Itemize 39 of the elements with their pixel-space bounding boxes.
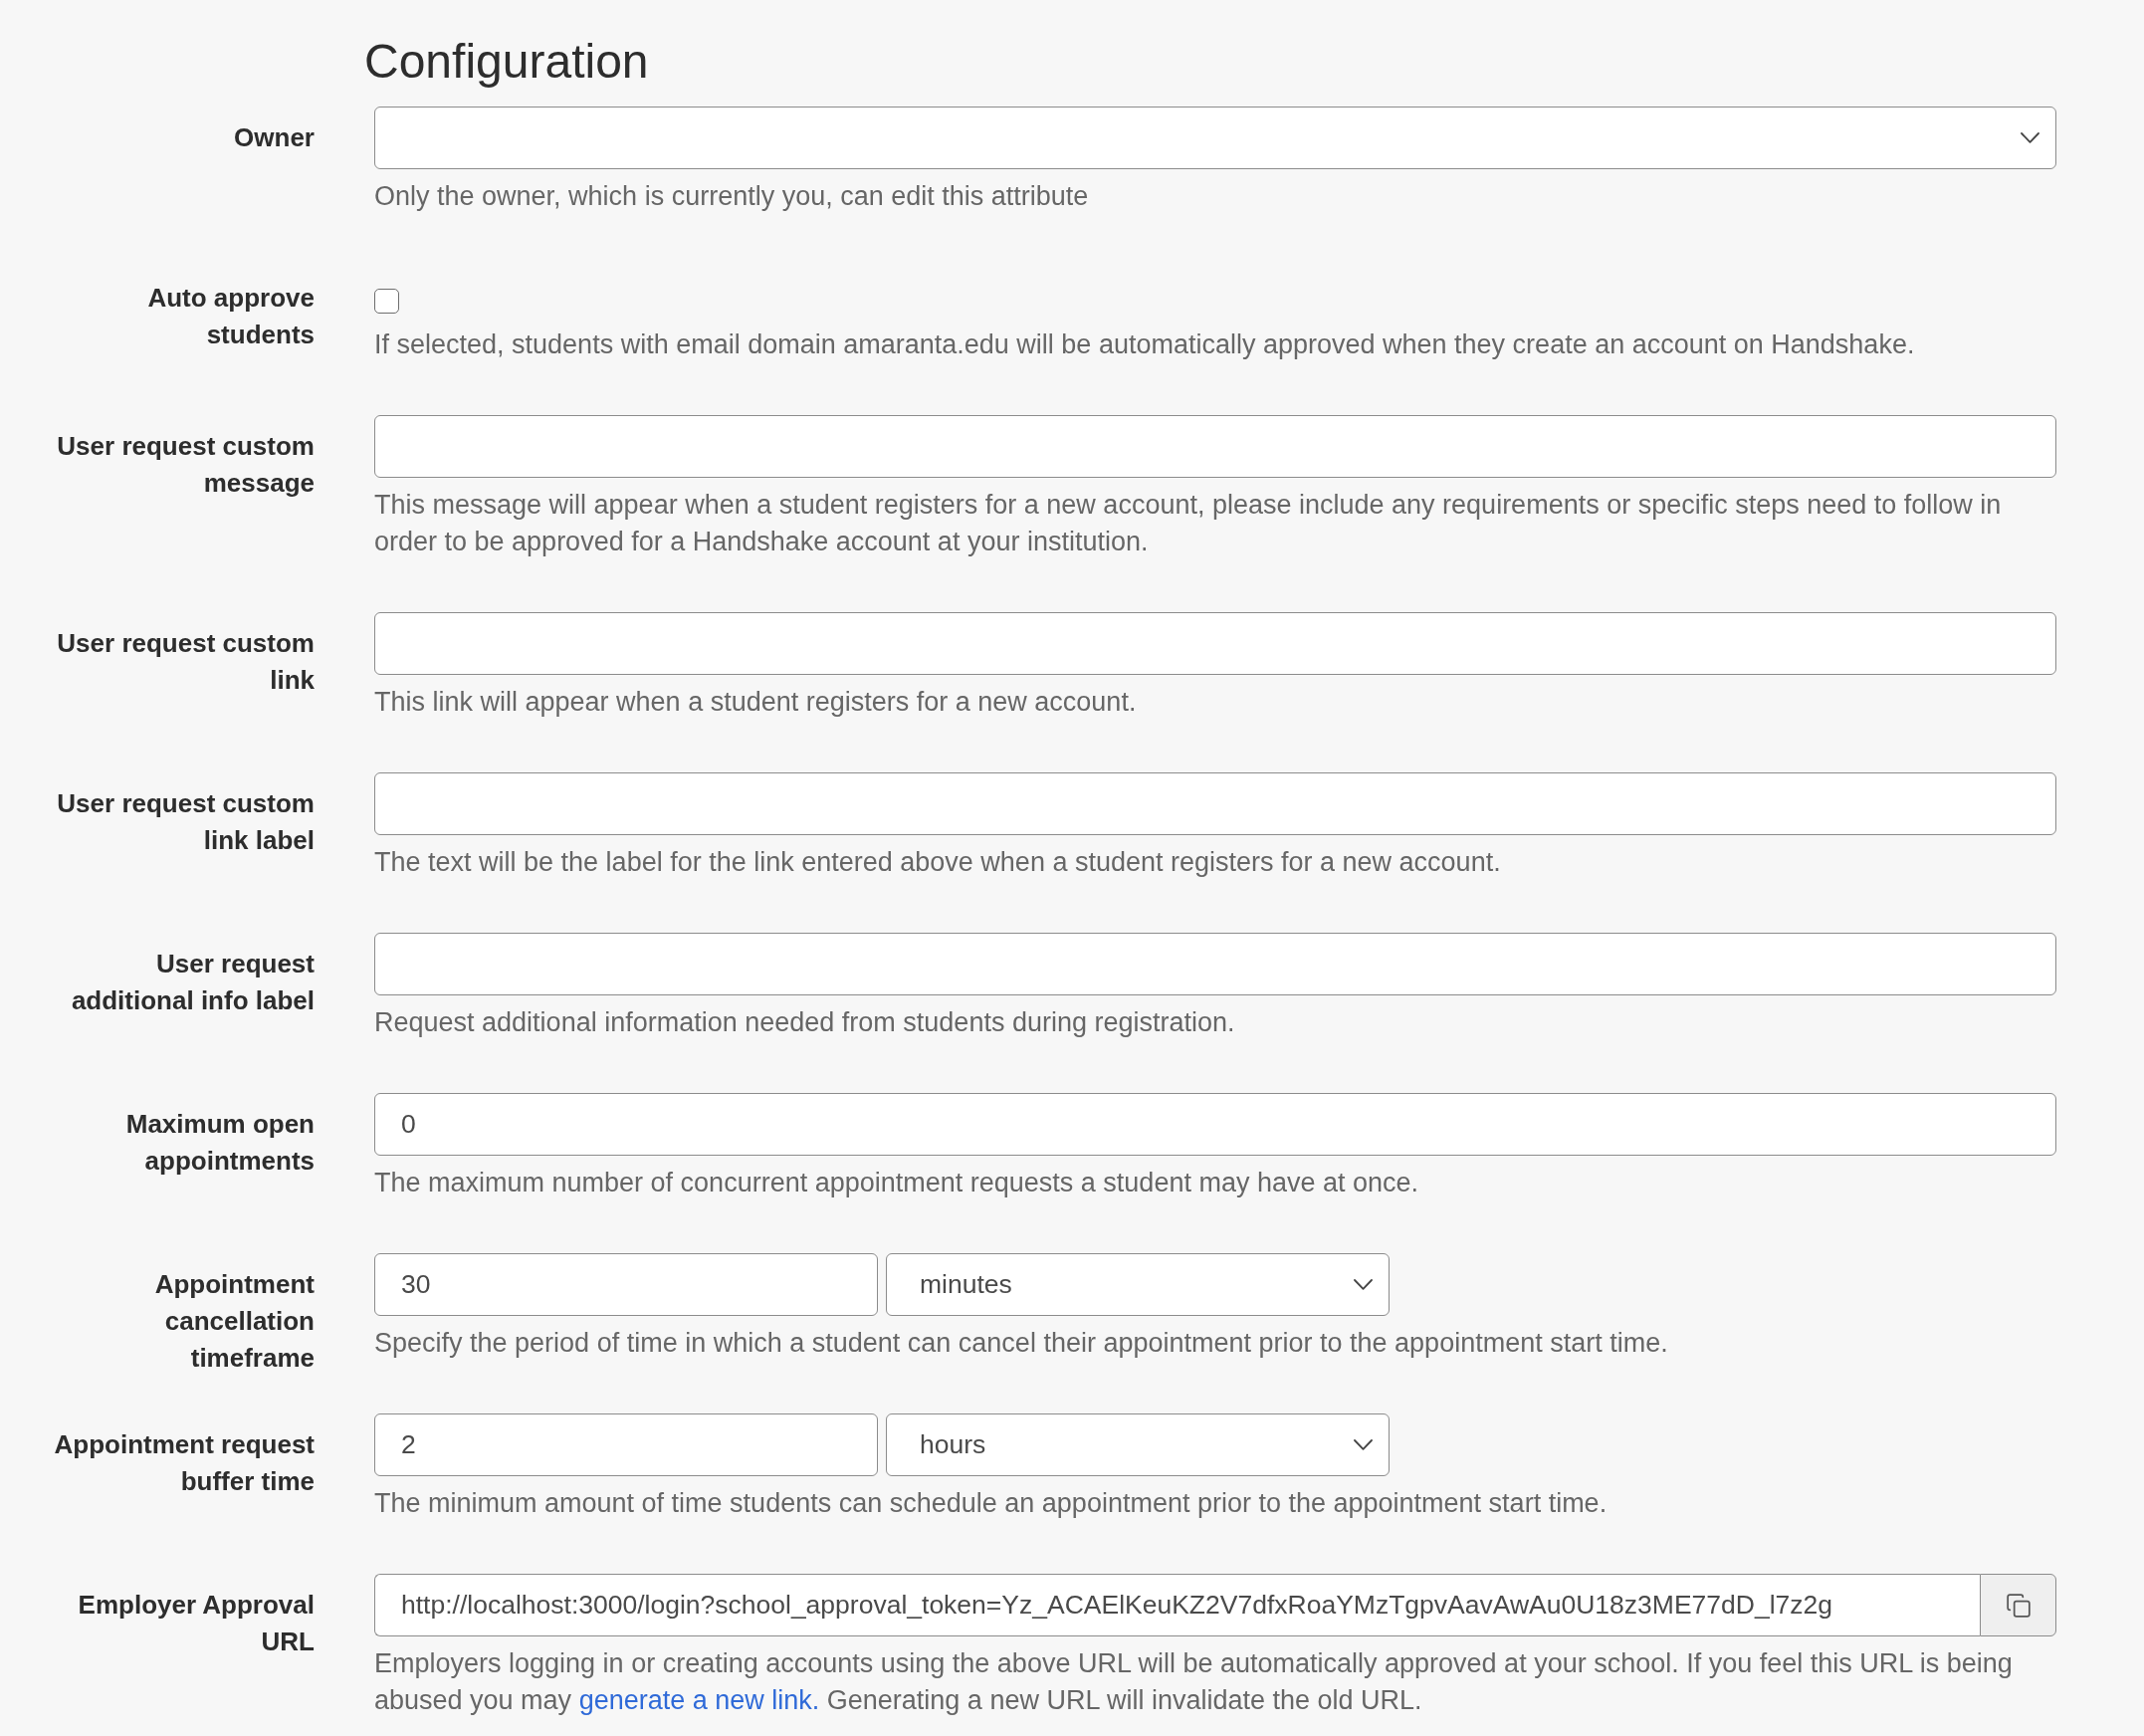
text-field[interactable]: 0: [374, 1093, 2056, 1156]
dropdown-field[interactable]: hours: [886, 1413, 1390, 1476]
dropdown-field[interactable]: minutes: [886, 1253, 1390, 1316]
field-label: Employer Approval URL: [77, 1589, 315, 1658]
copy-button[interactable]: [1980, 1574, 2056, 1636]
text-field[interactable]: [374, 415, 2056, 478]
chevron-down-icon: [1354, 1279, 1373, 1290]
number-field[interactable]: 2: [374, 1413, 878, 1476]
help-text: The minimum amount of time students can schedule an appointment prior to the appointment start time.: [374, 1487, 1608, 1520]
help-text: Request additional information needed from students during registration.: [374, 1006, 1236, 1039]
help-text: This link will appear when a student registers for a new account.: [374, 686, 1138, 719]
help-text: The maximum number of concurrent appointment requests a student may have at once.: [374, 1167, 1420, 1199]
help-text: Employers logging in or creating accounts using the above URL will be automatically approved at your school. If you feel this URL is being abused you may generate a new link. Generating a new URL will invalidate the old URL.: [374, 1647, 2014, 1717]
checkbox[interactable]: [374, 289, 399, 314]
chevron-down-icon: [2021, 132, 2039, 143]
field-label: User request custom message: [56, 430, 315, 500]
text-field[interactable]: [374, 612, 2056, 675]
text-field[interactable]: [374, 933, 2056, 995]
dropdown-field[interactable]: [374, 107, 2056, 169]
help-text: This message will appear when a student registers for a new account, please include any requirements or specific steps need to follow in order to be approved for a Handshake account at your institution.: [374, 489, 2003, 558]
page-title: Configuration: [364, 34, 649, 90]
copy-icon: [2005, 1592, 2032, 1619]
help-text: The text will be the label for the link entered above when a student registers for a new account.: [374, 846, 1502, 879]
number-field[interactable]: 30: [374, 1253, 878, 1316]
field-label: Owner: [233, 121, 315, 154]
field-label: Appointment request buffer time: [53, 1428, 315, 1498]
field-label: User request custom link label: [56, 787, 315, 857]
help-text: Only the owner, which is currently you, can edit this attribute: [374, 180, 1090, 213]
field-label: Maximum open appointments: [124, 1108, 315, 1178]
field-label: User request custom link: [56, 627, 315, 697]
generate-link[interactable]: generate a new link.: [578, 1685, 820, 1715]
text-field[interactable]: [374, 772, 2056, 835]
url-field[interactable]: http://localhost:3000/login?school_approval_token=Yz_ACAElKeuKZ2V7dfxRoaYMzTgpvAavAwAu0U18z3ME77dD_l7z2g: [374, 1574, 1980, 1636]
field-label: Auto approve students: [146, 282, 315, 351]
field-label: User request additional info label: [70, 948, 315, 1017]
help-text: If selected, students with email domain amaranta.edu will be automatically approved when they create an account on Handshake.: [374, 328, 1916, 361]
chevron-down-icon: [1354, 1439, 1373, 1450]
help-text: Specify the period of time in which a student can cancel their appointment prior to the appointment start time.: [374, 1327, 1669, 1360]
field-label: Appointment cancellation timeframe: [153, 1268, 315, 1375]
